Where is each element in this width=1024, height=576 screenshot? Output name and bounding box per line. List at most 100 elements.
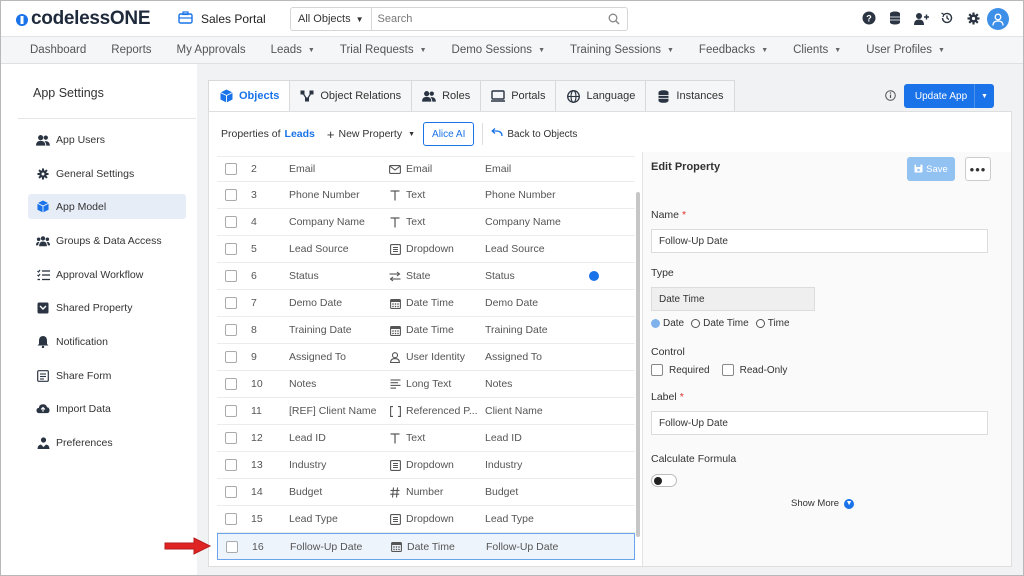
radio-time[interactable]: Time: [755, 318, 790, 329]
radio-date[interactable]: Date: [651, 318, 684, 329]
table-row[interactable]: 11 [REF] Client Name Referenced P... Client…: [217, 398, 635, 425]
sidebar-item-notification[interactable]: Notification: [28, 329, 186, 354]
radio-label: Date: [663, 318, 685, 329]
show-more-button[interactable]: Show More ▼: [791, 498, 855, 509]
nav-user-profiles[interactable]: User Profiles ▼: [866, 44, 945, 56]
table-row[interactable]: 2 Email Email Email: [217, 156, 635, 182]
nav-reports[interactable]: Reports: [111, 44, 151, 56]
property-name: Assigned To: [289, 351, 347, 363]
sidebar-item-general-settings[interactable]: General Settings: [28, 161, 186, 186]
row-checkbox[interactable]: [225, 163, 237, 175]
sidebar-item-label: Approval Workflow: [56, 268, 144, 281]
row-checkbox[interactable]: [226, 540, 238, 553]
sidebar-item-app-users[interactable]: App Users: [28, 127, 186, 152]
sidebar-item-approval-workflow[interactable]: Approval Workflow: [28, 262, 186, 287]
table-row[interactable]: 5 Lead Source Dropdown Lead Source: [217, 236, 635, 263]
tab-roles[interactable]: Roles: [412, 80, 482, 112]
update-app-button[interactable]: Update App ▼: [904, 84, 994, 108]
reference-icon: [389, 405, 401, 417]
tab-language[interactable]: Language: [556, 80, 647, 112]
sidebar-item-label: App Users: [56, 133, 106, 146]
table-row[interactable]: 16 Follow-Up Date Date Time Follow-Up Date: [217, 533, 635, 560]
nav-training-sessions[interactable]: Training Sessions ▼: [570, 44, 674, 56]
more-options-button[interactable]: •••: [965, 157, 991, 181]
table-row[interactable]: 8 Training Date Date Time Training Date: [217, 317, 635, 344]
read-only-checkbox[interactable]: Read-Only: [721, 364, 787, 376]
table-scrollbar[interactable]: [636, 192, 640, 537]
search-scope-select[interactable]: All Objects ▼: [291, 8, 372, 30]
sidebar-item-shared-property[interactable]: Shared Property: [28, 295, 186, 320]
help-icon[interactable]: ?: [861, 10, 877, 26]
nav-dashboard[interactable]: Dashboard: [30, 44, 86, 56]
table-row[interactable]: 10 Notes Long Text Notes: [217, 371, 635, 398]
sidebar-item-preferences[interactable]: Preferences: [28, 430, 186, 455]
required-checkbox[interactable]: Required: [651, 364, 710, 376]
sidebar-item-app-model[interactable]: App Model: [28, 194, 186, 219]
label-field[interactable]: Follow-Up Date: [651, 411, 988, 435]
portal-switcher[interactable]: Sales Portal: [178, 11, 266, 27]
row-checkbox[interactable]: [225, 351, 237, 363]
property-label: Follow-Up Date: [486, 540, 559, 553]
back-to-objects-button[interactable]: Back to Objects: [491, 127, 577, 141]
nav-clients[interactable]: Clients ▼: [793, 44, 841, 56]
row-checkbox[interactable]: [225, 378, 237, 390]
history-icon[interactable]: [939, 10, 955, 26]
add-user-icon[interactable]: [913, 10, 929, 26]
row-checkbox[interactable]: [225, 189, 237, 201]
row-checkbox[interactable]: [225, 297, 237, 309]
chevron-down-icon[interactable]: ▼: [974, 84, 994, 108]
table-row[interactable]: 6 Status State Status: [217, 263, 635, 290]
table-row[interactable]: 14 Budget Number Budget: [217, 479, 635, 506]
row-checkbox[interactable]: [225, 432, 237, 444]
row-checkbox[interactable]: [225, 270, 237, 282]
sidebar-item-share-form[interactable]: Share Form: [28, 363, 186, 388]
nav-leads[interactable]: Leads ▼: [271, 44, 315, 56]
name-field[interactable]: Follow-Up Date: [651, 229, 988, 253]
tab-object-relations[interactable]: Object Relations: [290, 80, 413, 112]
sidebar-item-import-data[interactable]: Import Data: [28, 396, 186, 421]
database-icon[interactable]: [887, 10, 903, 26]
table-row[interactable]: 3 Phone Number Text Phone Number: [217, 182, 635, 209]
row-checkbox[interactable]: [225, 324, 237, 336]
table-row[interactable]: 9 Assigned To User Identity Assigned To: [217, 344, 635, 371]
tab-objects[interactable]: Objects: [208, 80, 291, 112]
model-tabs: Objects Object Relations Roles Portals L…: [208, 80, 735, 112]
table-row[interactable]: 15 Lead Type Dropdown Lead Type: [217, 506, 635, 533]
radio-date-time[interactable]: Date Time: [691, 318, 749, 329]
table-row[interactable]: 4 Company Name Text Company Name: [217, 209, 635, 236]
calendar-icon: [390, 541, 402, 553]
row-checkbox[interactable]: [225, 243, 237, 255]
save-button[interactable]: Save: [907, 157, 955, 181]
table-row[interactable]: 13 Industry Dropdown Industry: [217, 452, 635, 479]
object-name[interactable]: Leads: [285, 128, 315, 140]
tab-portals[interactable]: Portals: [481, 80, 557, 112]
nav-my-approvals[interactable]: My Approvals: [177, 44, 246, 56]
property-label: Training Date: [485, 324, 548, 336]
tab-instances[interactable]: Instances: [646, 80, 735, 112]
alice-ai-button[interactable]: Alice AI: [423, 122, 475, 146]
row-checkbox[interactable]: [225, 513, 237, 525]
table-row[interactable]: 12 Lead ID Text Lead ID: [217, 425, 635, 452]
table-row[interactable]: 7 Demo Date Date Time Demo Date: [217, 290, 635, 317]
plus-icon: +: [326, 126, 335, 142]
calculate-formula-toggle[interactable]: [651, 474, 677, 487]
nav-trial-requests[interactable]: Trial Requests ▼: [340, 44, 427, 56]
settings-gear-icon[interactable]: [965, 10, 981, 26]
search-input[interactable]: [371, 8, 601, 30]
nav-feedbacks[interactable]: Feedbacks ▼: [699, 44, 768, 56]
row-checkbox[interactable]: [225, 405, 237, 417]
sidebar-item-groups-data-access[interactable]: Groups & Data Access: [28, 228, 186, 253]
nav-label: User Profiles: [866, 44, 933, 56]
app-logo[interactable]: codelessONE: [15, 8, 151, 30]
row-checkbox[interactable]: [225, 216, 237, 228]
new-property-button[interactable]: + New Property ▼: [327, 127, 415, 142]
row-checkbox[interactable]: [225, 486, 237, 498]
search-icon[interactable]: [601, 13, 627, 25]
info-icon[interactable]: [885, 90, 896, 104]
row-checkbox[interactable]: [225, 459, 237, 471]
name-field-label: Name *: [651, 209, 686, 221]
preferences-icon: [36, 436, 50, 450]
user-avatar[interactable]: [987, 8, 1009, 30]
nav-demo-sessions[interactable]: Demo Sessions ▼: [452, 44, 545, 56]
sidebar-item-label: General Settings: [56, 167, 135, 180]
